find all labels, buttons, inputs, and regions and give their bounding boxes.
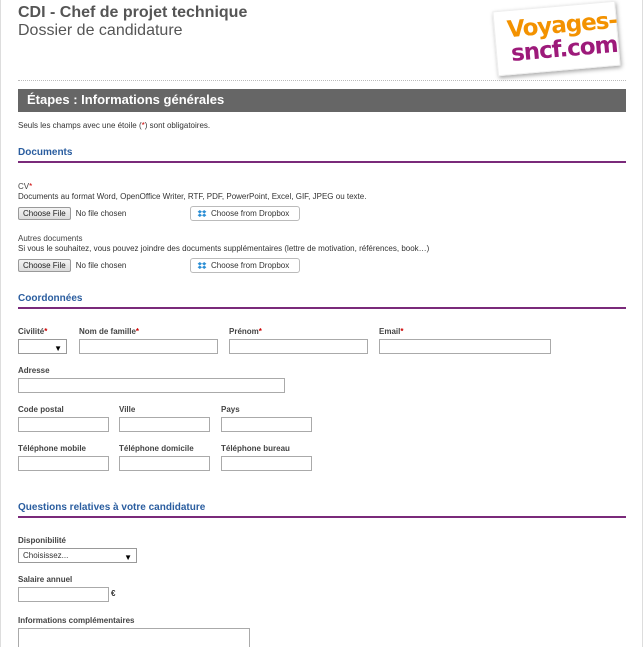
civilite-required-star: * bbox=[44, 327, 48, 336]
section-questions-rule bbox=[18, 516, 626, 518]
cv-dropbox-button[interactable]: Choose from Dropbox bbox=[190, 206, 300, 221]
nom-label-text: Nom de famille bbox=[79, 327, 136, 336]
tel-domicile-label: Téléphone domicile bbox=[119, 444, 194, 453]
section-coordonnees-rule bbox=[18, 307, 626, 309]
salaire-field[interactable] bbox=[18, 587, 109, 602]
cv-file-picker: Choose File No file chosen bbox=[18, 207, 126, 220]
email-field[interactable] bbox=[379, 339, 551, 354]
step-bar-label: Étapes : Informations générales bbox=[27, 92, 225, 107]
civilite-select[interactable]: ▼ bbox=[18, 339, 67, 354]
email-label-text: Email bbox=[379, 327, 401, 336]
infos-label: Informations complémentaires bbox=[18, 616, 135, 625]
ville-label: Ville bbox=[119, 405, 136, 414]
header-divider bbox=[18, 80, 626, 81]
civilite-label: Civilité* bbox=[18, 327, 47, 336]
nom-field[interactable] bbox=[79, 339, 218, 354]
cv-label-text: CV bbox=[18, 182, 30, 191]
other-dropbox-button[interactable]: Choose from Dropbox bbox=[190, 258, 300, 273]
prenom-required-star: * bbox=[258, 327, 262, 336]
other-no-file-text: No file chosen bbox=[75, 261, 127, 270]
civilite-label-text: Civilité bbox=[18, 327, 45, 336]
disponibilite-select[interactable]: Choisissez... ▼ bbox=[18, 548, 137, 563]
pays-field[interactable] bbox=[221, 417, 312, 432]
cv-choose-file-button[interactable]: Choose File bbox=[18, 207, 71, 220]
other-documents-label: Autres documents bbox=[18, 234, 83, 243]
voyages-sncf-logo: Voyages- sncf.com bbox=[492, 0, 621, 77]
section-documents-title: Documents bbox=[18, 147, 73, 158]
code-postal-field[interactable] bbox=[18, 417, 109, 432]
cv-required-star: * bbox=[29, 182, 33, 191]
other-choose-file-button[interactable]: Choose File bbox=[18, 259, 71, 272]
disponibilite-selected-value: Choisissez... bbox=[23, 551, 69, 560]
section-documents-rule bbox=[18, 161, 626, 163]
required-note-before: Seuls les champs avec une étoile ( bbox=[18, 121, 142, 130]
tel-bureau-label: Téléphone bureau bbox=[221, 444, 290, 453]
tel-bureau-field[interactable] bbox=[221, 456, 312, 471]
other-dropbox-label: Choose from Dropbox bbox=[211, 261, 290, 270]
email-required-star: * bbox=[400, 327, 404, 336]
ville-field[interactable] bbox=[119, 417, 210, 432]
cv-no-file-text: No file chosen bbox=[75, 209, 127, 218]
chevron-down-icon: ▼ bbox=[54, 344, 62, 353]
step-bar: Étapes : Informations générales bbox=[18, 89, 626, 112]
tel-mobile-field[interactable] bbox=[18, 456, 109, 471]
nom-label: Nom de famille* bbox=[79, 327, 139, 336]
adresse-label: Adresse bbox=[18, 366, 50, 375]
dropbox-icon bbox=[197, 262, 207, 269]
chevron-down-icon: ▼ bbox=[124, 553, 132, 562]
email-label: Email* bbox=[379, 327, 403, 336]
other-file-picker: Choose File No file chosen bbox=[18, 259, 126, 272]
disponibilite-label: Disponibilité bbox=[18, 536, 66, 545]
nom-required-star: * bbox=[135, 327, 140, 336]
prenom-label-text: Prénom bbox=[229, 327, 259, 336]
code-postal-label: Code postal bbox=[18, 405, 64, 414]
cv-help-text: Documents au format Word, OpenOffice Wri… bbox=[18, 192, 367, 201]
salaire-label: Salaire annuel bbox=[18, 575, 73, 584]
tel-domicile-field[interactable] bbox=[119, 456, 210, 471]
required-note-after: ) sont obligatoires. bbox=[144, 121, 211, 130]
infos-textarea[interactable] bbox=[18, 628, 250, 647]
dropbox-icon bbox=[197, 210, 207, 217]
cv-label: CV* bbox=[18, 182, 32, 191]
cv-dropbox-label: Choose from Dropbox bbox=[211, 209, 290, 218]
adresse-field[interactable] bbox=[18, 378, 285, 393]
tel-mobile-label: Téléphone mobile bbox=[18, 444, 87, 453]
application-page: CDI - Chef de projet technique Dossier d… bbox=[0, 0, 643, 647]
currency-symbol: € bbox=[111, 589, 116, 598]
section-questions-title: Questions relatives à votre candidature bbox=[18, 502, 206, 513]
pays-label: Pays bbox=[221, 405, 240, 414]
required-note: Seuls les champs avec une étoile (*) son… bbox=[18, 121, 210, 130]
page-title: CDI - Chef de projet technique bbox=[18, 4, 248, 21]
page-subtitle: Dossier de candidature bbox=[18, 22, 183, 39]
other-documents-help: Si vous le souhaitez, vous pouvez joindr… bbox=[18, 244, 430, 253]
prenom-label: Prénom* bbox=[229, 327, 262, 336]
section-coordonnees-title: Coordonnées bbox=[18, 293, 83, 304]
prenom-field[interactable] bbox=[229, 339, 368, 354]
